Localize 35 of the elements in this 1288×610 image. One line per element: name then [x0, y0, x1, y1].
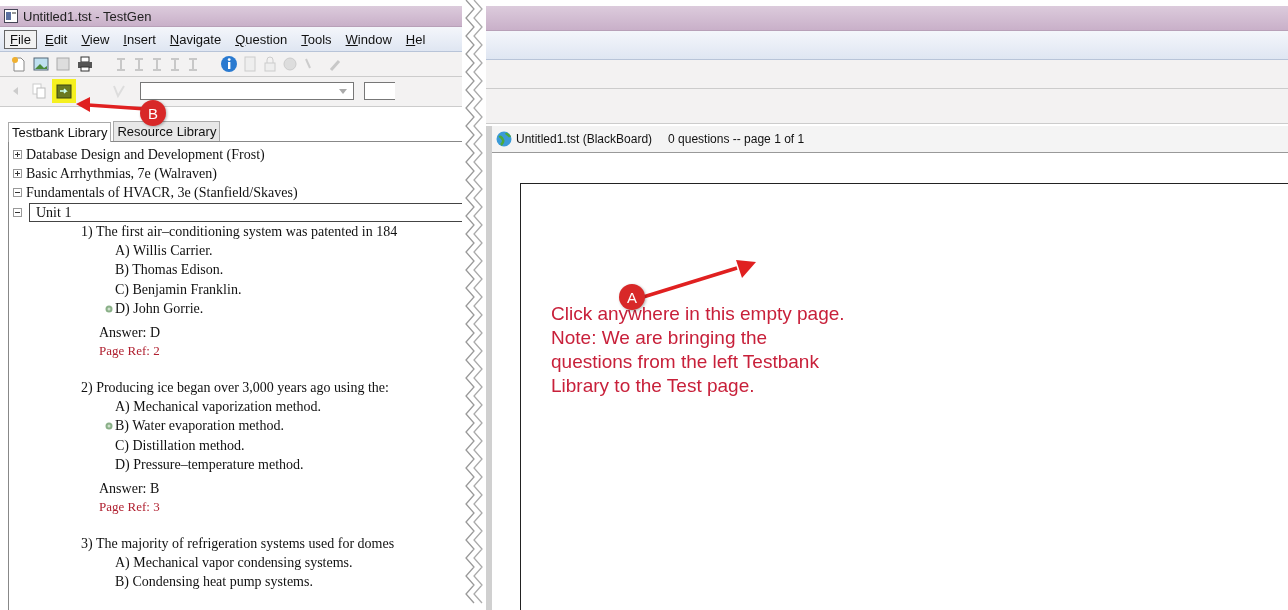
- document-title: Untitled1.tst (BlackBoard): [516, 132, 653, 146]
- answer-choice: B) Water evaporation method.: [115, 418, 284, 435]
- tree-item[interactable]: Unit 1: [29, 202, 462, 222]
- menu-item[interactable]: View: [75, 29, 116, 49]
- window-title: Untitled1.tst - TestGen: [23, 8, 152, 24]
- answer-text: Answer: D: [98, 323, 162, 342]
- question-text[interactable]: 1) The first air–conditioning system was patented in 184: [81, 221, 462, 242]
- menu-item[interactable]: Hel: [399, 29, 432, 49]
- answer-text: Answer: B: [98, 479, 161, 498]
- answer-choice: A) Willis Carrier.: [115, 243, 213, 259]
- answer-choice: A) Mechanical vapor condensing systems.: [115, 554, 353, 571]
- menu-item[interactable]: Navigate: [163, 29, 228, 49]
- question-text[interactable]: 2) Producing ice began over 3,000 years ago using the:: [81, 377, 462, 398]
- library-tab[interactable]: Testbank Library: [8, 121, 112, 142]
- menu-item[interactable]: Tools: [295, 29, 338, 49]
- page-reference: Page Ref: 3: [98, 497, 161, 516]
- answer-choice: A) Mechanical vaporization method.: [115, 398, 322, 415]
- answer-choice: B) Thomas Edison.: [115, 262, 224, 279]
- answer-choice: C) Benjamin Franklin.: [115, 281, 242, 298]
- tree-item[interactable]: Basic Arrhythmias, 7e (Walraven): [25, 164, 218, 184]
- answer-choice: D) John Gorrie.: [115, 301, 204, 318]
- answer-choice: C) Distillation method.: [115, 437, 245, 454]
- tree-item[interactable]: Fundamentals of HVACR, 3e (Stanfield/Skaves): [25, 183, 299, 203]
- menu-item[interactable]: File: [4, 29, 37, 49]
- menu-item[interactable]: Window: [339, 29, 398, 49]
- answer-choice: D) Pressure–temperature method.: [115, 457, 304, 474]
- question-text[interactable]: 3) The majority of refrigeration systems used for domes: [81, 533, 462, 554]
- answer-choice: B) Condensing heat pump systems.: [115, 574, 313, 591]
- menu-item[interactable]: Insert: [117, 29, 162, 49]
- menu-item[interactable]: Question: [229, 29, 294, 49]
- library-tab[interactable]: Resource Library: [113, 120, 221, 141]
- menu-item[interactable]: Edit: [38, 29, 74, 49]
- page-reference: Page Ref: 2: [98, 341, 161, 360]
- tree-item[interactable]: Database Design and Development (Frost): [25, 144, 266, 164]
- page-status: 0 questions -- page 1 of 1: [668, 132, 805, 146]
